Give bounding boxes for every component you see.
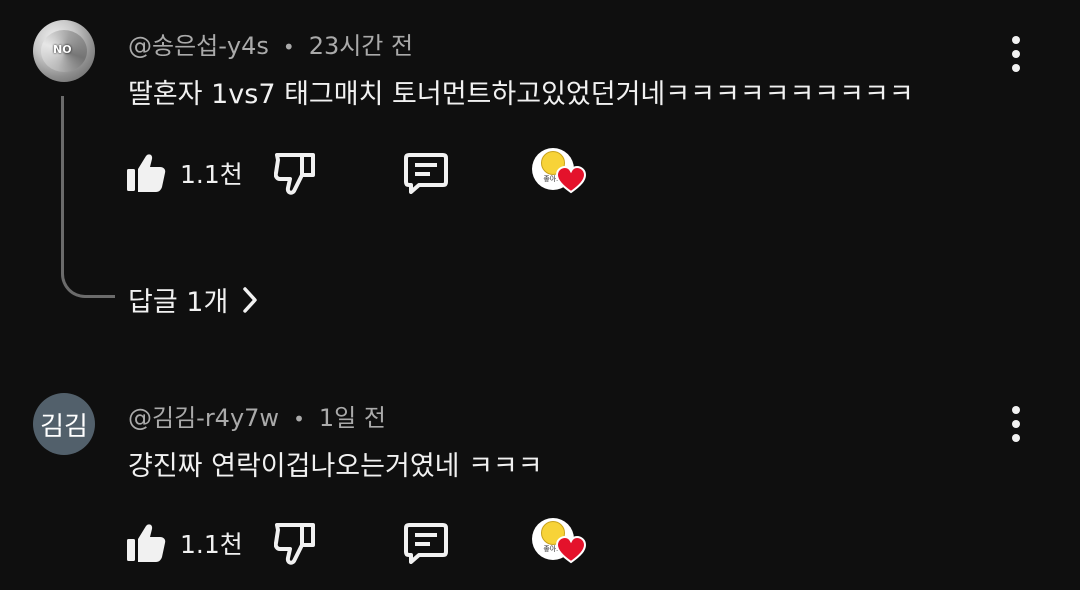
separator-dot: •: [293, 407, 305, 431]
replies-toggle[interactable]: 답글 1개: [128, 280, 258, 319]
avatar-badge-text: NO: [53, 43, 72, 56]
avatar-initials: 김김: [40, 411, 88, 442]
avatar[interactable]: NO: [33, 20, 95, 82]
comment-meta: @김김-r4y7w • 1일 전: [128, 398, 386, 433]
like-button[interactable]: 1.1천: [126, 150, 243, 196]
dislike-button[interactable]: [274, 520, 316, 566]
creator-heart-icon: 좋아요: [532, 148, 588, 198]
separator-dot: •: [282, 35, 295, 59]
reply-button[interactable]: [403, 520, 449, 566]
like-count: 1.1천: [180, 530, 243, 559]
creator-heart-icon: 좋아요: [532, 518, 588, 568]
comment-time[interactable]: 23시간 전: [309, 32, 413, 60]
comment-text: 걍진짜 연락이겁나오는거였네 ㅋㅋㅋ: [128, 451, 543, 482]
thread-line: [61, 96, 115, 298]
thumbs-up-icon: [127, 524, 166, 562]
thumbs-up-icon: [127, 154, 166, 192]
thumbs-down-icon: [274, 523, 315, 565]
more-vertical-icon[interactable]: [1003, 34, 1029, 74]
comment-actions: 1.1천 좋아요: [126, 518, 596, 568]
comment-actions: 1.1천 좋아요: [126, 148, 596, 198]
comment-icon: [404, 153, 448, 194]
comment-text: 딸혼자 1vs7 태그매치 토너먼트하고있었던거네ㅋㅋㅋㅋㅋㅋㅋㅋㅋㅋ: [128, 79, 914, 110]
more-vertical-icon[interactable]: [1003, 404, 1029, 444]
like-button[interactable]: 1.1천: [126, 520, 243, 566]
chevron-right-icon: [243, 286, 258, 313]
comment-icon: [404, 523, 448, 564]
reply-button[interactable]: [403, 150, 449, 196]
dislike-button[interactable]: [274, 150, 316, 196]
avatar[interactable]: 김김: [33, 393, 95, 455]
comment-meta: @송은섭-y4s • 23시간 전: [128, 26, 413, 61]
comment-author[interactable]: @송은섭-y4s: [128, 32, 269, 60]
replies-label: 답글 1개: [128, 287, 229, 318]
like-count: 1.1천: [180, 160, 243, 189]
thumbs-down-icon: [274, 153, 315, 195]
comment-time[interactable]: 1일 전: [319, 404, 386, 432]
comment-author[interactable]: @김김-r4y7w: [128, 404, 279, 432]
